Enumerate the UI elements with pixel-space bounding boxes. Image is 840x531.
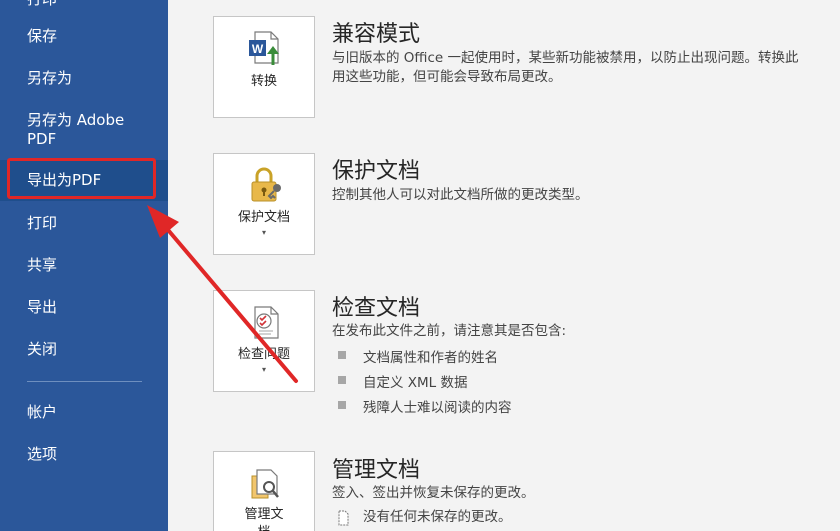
protect-document-title: 保护文档 — [332, 159, 421, 184]
word-convert-icon: W — [249, 31, 279, 65]
bullet-icon — [338, 401, 346, 409]
convert-button[interactable]: W 转换 — [213, 16, 315, 118]
sidebar-item-share[interactable]: 共享 — [0, 245, 168, 285]
check-for-issues-label: 检查问题 — [237, 347, 290, 362]
sidebar-item-options[interactable]: 选项 — [0, 434, 168, 474]
sidebar-item-save-as[interactable]: 另存为 — [0, 58, 168, 98]
convert-label: 转换 — [250, 74, 277, 89]
lock-key-icon — [251, 167, 281, 202]
document-icon — [338, 510, 349, 526]
chevron-down-icon: ▾ — [261, 365, 266, 374]
sidebar-item-partial[interactable]: 打印 — [27, 0, 57, 9]
manage-document-button[interactable]: 管理文 档 — [213, 451, 315, 531]
manage-document-title: 管理文档 — [332, 458, 421, 483]
sidebar-item-close[interactable]: 关闭 — [0, 329, 168, 369]
protect-document-label: 保护文档 — [237, 210, 290, 225]
sidebar-item-save[interactable]: 保存 — [0, 16, 168, 56]
inspect-item: 文档属性和作者的姓名 — [363, 350, 498, 366]
manage-document-label-1: 管理文 — [244, 507, 284, 522]
manage-document-icon — [251, 469, 279, 499]
compat-mode-desc-2: 用这些功能，但可能会导致布局更改。 — [332, 69, 562, 85]
sidebar-item-save-as-adobe-pdf[interactable]: 另存为 Adobe PDF — [0, 111, 150, 153]
bullet-icon — [338, 351, 346, 359]
manage-document-label-2: 档 — [214, 521, 314, 531]
chevron-down-icon: ▾ — [261, 228, 266, 237]
sidebar-divider — [27, 381, 142, 382]
inspect-document-title: 检查文档 — [332, 296, 421, 321]
check-for-issues-button[interactable]: 检查问题 ▾ — [213, 290, 315, 392]
compat-mode-desc-1: 与旧版本的 Office 一起使用时，某些新功能被禁用，以防止出现问题。转换此 — [332, 50, 799, 66]
bullet-icon — [338, 376, 346, 384]
inspect-checklist-icon — [254, 306, 279, 339]
compat-mode-title: 兼容模式 — [332, 22, 421, 47]
sidebar-item-export[interactable]: 导出 — [0, 287, 168, 327]
inspect-document-desc: 在发布此文件之前，请注意其是否包含: — [332, 323, 567, 339]
backstage-sidebar: 打印 保存 另存为 另存为 Adobe PDF 导出为PDF 打印 共享 导出 … — [0, 0, 168, 531]
sidebar-item-account[interactable]: 帐户 — [0, 392, 168, 432]
sidebar-item-print[interactable]: 打印 — [0, 203, 168, 243]
inspect-item: 自定义 XML 数据 — [363, 375, 468, 391]
manage-document-desc: 签入、签出并恢复未保存的更改。 — [332, 485, 535, 501]
unsaved-changes-status: 没有任何未保存的更改。 — [363, 509, 512, 525]
info-panel: W 转换 兼容模式 与旧版本的 Office 一起使用时，某些新功能被禁用，以防… — [168, 0, 840, 531]
svg-text:W: W — [252, 42, 264, 56]
inspect-item: 残障人士难以阅读的内容 — [363, 400, 512, 416]
protect-document-desc: 控制其他人可以对此文档所做的更改类型。 — [332, 187, 589, 203]
protect-document-button[interactable]: 保护文档 ▾ — [213, 153, 315, 255]
highlight-box — [7, 158, 156, 199]
